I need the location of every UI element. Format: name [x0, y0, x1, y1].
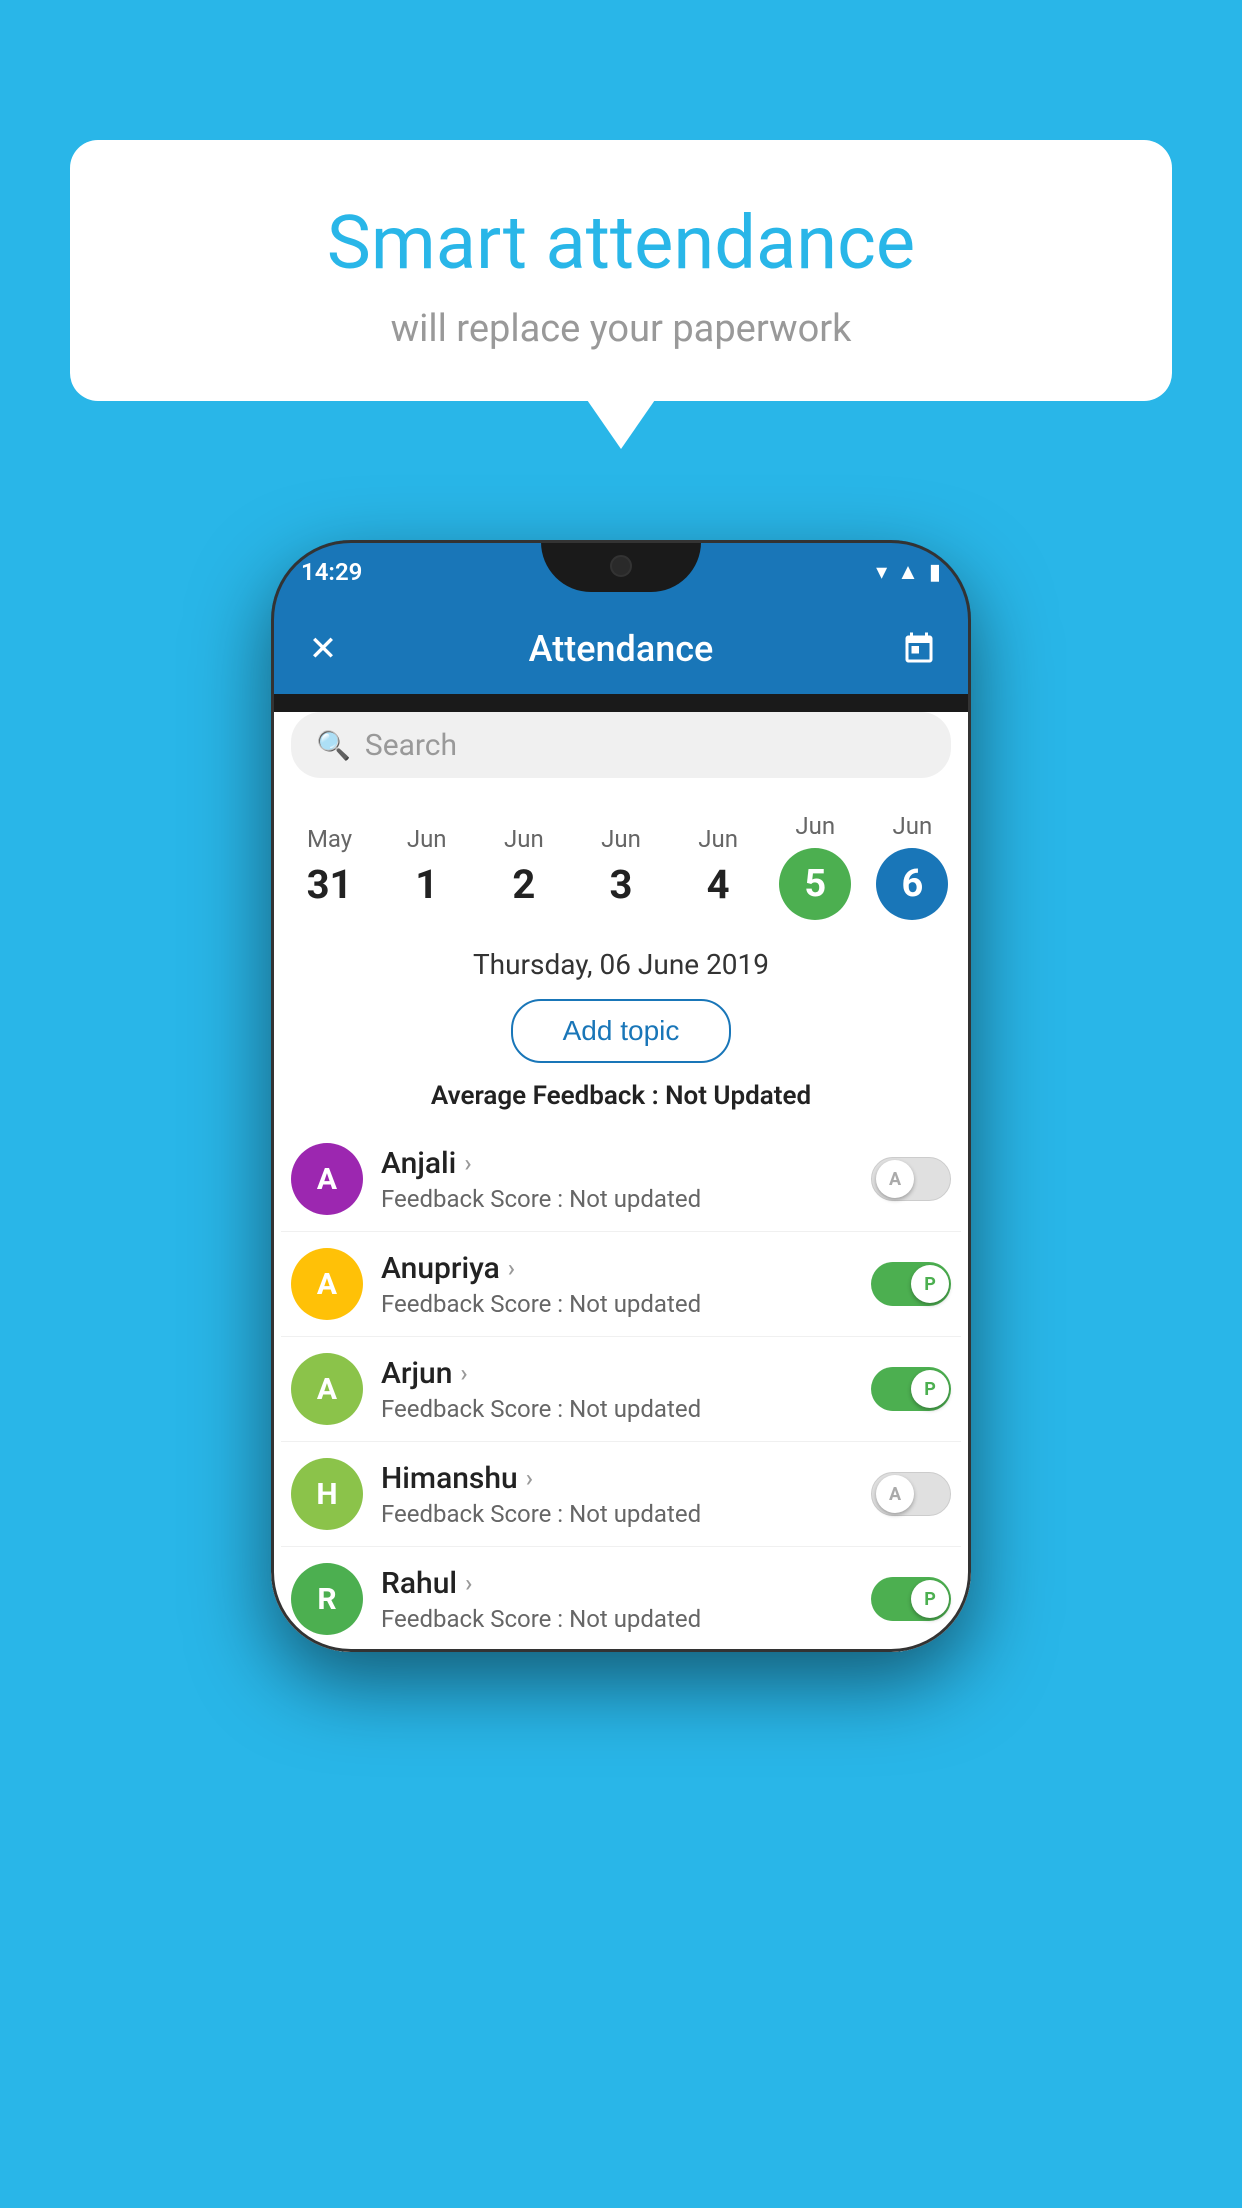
student-item-himanshu[interactable]: H Himanshu › Feedback Score : Not update…	[281, 1442, 961, 1547]
avatar-rahul: R	[291, 1563, 363, 1635]
avg-feedback-label: Average Feedback :	[431, 1081, 665, 1111]
date-month: Jun	[601, 825, 641, 853]
today-circle: 5	[779, 848, 851, 920]
date-day: 1	[415, 861, 438, 908]
add-topic-button[interactable]: Add topic	[511, 999, 732, 1063]
student-info-anjali: Anjali › Feedback Score : Not updated	[381, 1146, 853, 1213]
date-day: 4	[707, 861, 730, 908]
date-day: 6	[902, 862, 924, 906]
toggle-knob: P	[911, 1265, 949, 1303]
student-item-anupriya[interactable]: A Anupriya › Feedback Score : Not update…	[281, 1232, 961, 1337]
feedback-score-anjali: Feedback Score : Not updated	[381, 1185, 853, 1213]
avg-feedback-value: Not Updated	[665, 1081, 811, 1111]
toggle-knob: P	[911, 1370, 949, 1408]
student-item-arjun[interactable]: A Arjun › Feedback Score : Not updated P	[281, 1337, 961, 1442]
avatar-anupriya: A	[291, 1248, 363, 1320]
student-info-arjun: Arjun › Feedback Score : Not updated	[381, 1356, 853, 1423]
wifi-icon: ▾	[876, 560, 887, 585]
date-item-jun5-today[interactable]: Jun 5	[774, 812, 856, 920]
status-time: 14:29	[301, 558, 362, 586]
close-button[interactable]: ✕	[299, 625, 347, 673]
date-day: 3	[610, 861, 633, 908]
search-bar[interactable]: 🔍 Search	[291, 712, 951, 778]
app-bar: ✕ Attendance	[271, 604, 971, 694]
avatar-arjun: A	[291, 1353, 363, 1425]
date-item-jun1[interactable]: Jun 1	[386, 825, 468, 908]
chevron-right-icon: ›	[464, 1149, 471, 1177]
toggle-knob: A	[876, 1475, 914, 1513]
status-bar: 14:29 ▾ ▲ ▮	[271, 540, 971, 604]
attendance-toggle-anupriya[interactable]: P	[871, 1262, 951, 1306]
date-item-may31[interactable]: May 31	[289, 825, 371, 908]
attendance-toggle-himanshu[interactable]: A	[871, 1472, 951, 1516]
date-month: Jun	[407, 825, 447, 853]
chevron-right-icon: ›	[508, 1254, 515, 1282]
avatar-himanshu: H	[291, 1458, 363, 1530]
student-info-anupriya: Anupriya › Feedback Score : Not updated	[381, 1251, 853, 1318]
search-icon: 🔍	[316, 729, 351, 762]
feedback-score-arjun: Feedback Score : Not updated	[381, 1395, 853, 1423]
date-month: Jun	[504, 825, 544, 853]
search-input[interactable]: Search	[365, 728, 457, 763]
toggle-knob: A	[876, 1160, 914, 1198]
date-item-jun2[interactable]: Jun 2	[483, 825, 565, 908]
student-list: A Anjali › Feedback Score : Not updated …	[271, 1127, 971, 1652]
student-name-himanshu: Himanshu ›	[381, 1461, 853, 1496]
student-name-rahul: Rahul ›	[381, 1566, 853, 1601]
phone-wrapper: 14:29 ▾ ▲ ▮ ✕ Attendance 🔍 Search	[271, 540, 971, 1652]
bubble-title: Smart attendance	[120, 200, 1122, 287]
feedback-score-anupriya: Feedback Score : Not updated	[381, 1290, 853, 1318]
speech-bubble-container: Smart attendance will replace your paper…	[70, 140, 1172, 401]
date-day: 5	[804, 862, 826, 906]
chevron-right-icon: ›	[465, 1569, 472, 1597]
date-day: 31	[307, 861, 353, 908]
date-day: 2	[512, 861, 535, 908]
calendar-button[interactable]	[895, 625, 943, 673]
date-item-jun6-selected[interactable]: Jun 6	[871, 812, 953, 920]
date-item-jun3[interactable]: Jun 3	[580, 825, 662, 908]
attendance-toggle-rahul[interactable]: P	[871, 1577, 951, 1621]
avg-feedback: Average Feedback : Not Updated	[271, 1073, 971, 1127]
date-month: Jun	[698, 825, 738, 853]
feedback-score-himanshu: Feedback Score : Not updated	[381, 1500, 853, 1528]
student-info-himanshu: Himanshu › Feedback Score : Not updated	[381, 1461, 853, 1528]
chevron-right-icon: ›	[460, 1359, 467, 1387]
bubble-subtitle: will replace your paperwork	[120, 307, 1122, 351]
chevron-right-icon: ›	[526, 1464, 533, 1492]
selected-date-label: Thursday, 06 June 2019	[271, 936, 971, 989]
date-month: Jun	[795, 812, 835, 840]
student-name-anjali: Anjali ›	[381, 1146, 853, 1181]
date-strip: May 31 Jun 1 Jun 2 Jun 3 Jun 4	[271, 796, 971, 936]
student-name-anupriya: Anupriya ›	[381, 1251, 853, 1286]
signal-icon: ▲	[897, 559, 919, 585]
date-item-jun4[interactable]: Jun 4	[677, 825, 759, 908]
speech-bubble: Smart attendance will replace your paper…	[70, 140, 1172, 401]
app-bar-title: Attendance	[529, 628, 714, 670]
student-name-arjun: Arjun ›	[381, 1356, 853, 1391]
notch	[541, 540, 701, 592]
attendance-toggle-anjali[interactable]: A	[871, 1157, 951, 1201]
toggle-knob: P	[911, 1580, 949, 1618]
selected-circle: 6	[876, 848, 948, 920]
student-item-anjali[interactable]: A Anjali › Feedback Score : Not updated …	[281, 1127, 961, 1232]
attendance-toggle-arjun[interactable]: P	[871, 1367, 951, 1411]
status-icons: ▾ ▲ ▮	[876, 559, 941, 585]
front-camera	[610, 555, 632, 577]
date-month: Jun	[893, 812, 933, 840]
avatar-anjali: A	[291, 1143, 363, 1215]
screen-content: 🔍 Search May 31 Jun 1 Jun 2 Jun	[271, 712, 971, 1652]
student-info-rahul: Rahul › Feedback Score : Not updated	[381, 1566, 853, 1633]
student-item-rahul[interactable]: R Rahul › Feedback Score : Not updated P	[281, 1547, 961, 1652]
phone: 14:29 ▾ ▲ ▮ ✕ Attendance 🔍 Search	[271, 540, 971, 1652]
battery-icon: ▮	[929, 560, 941, 585]
feedback-score-rahul: Feedback Score : Not updated	[381, 1605, 853, 1633]
date-month: May	[307, 825, 352, 853]
